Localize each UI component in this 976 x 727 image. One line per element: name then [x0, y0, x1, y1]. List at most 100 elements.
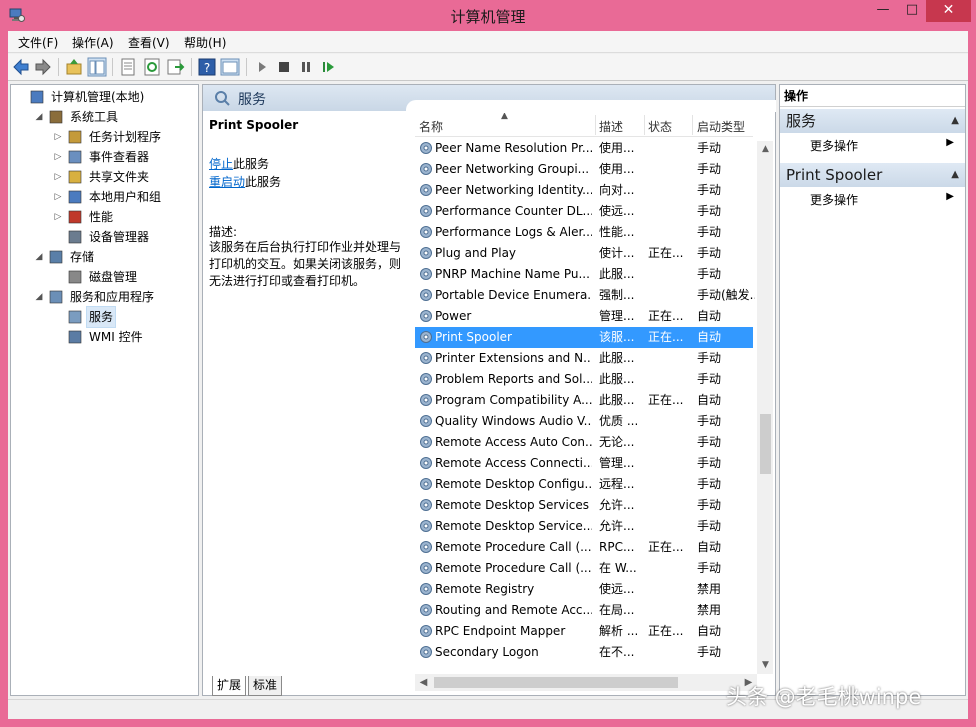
- column-desc-header[interactable]: 描述: [599, 118, 623, 135]
- local-users-icon: [68, 190, 82, 204]
- table-row[interactable]: Power 管理... 正在... 自动: [415, 306, 753, 327]
- table-row[interactable]: Quality Windows Audio V... 优质 ... 手动: [415, 411, 753, 432]
- stop-icon[interactable]: [274, 57, 294, 77]
- forward-icon[interactable]: [33, 57, 53, 77]
- service-desc-cell: 向对...: [599, 183, 635, 197]
- table-row[interactable]: RPC Endpoint Mapper 解析 ... 正在... 自动: [415, 621, 753, 642]
- app-window: 计算机管理 — □ ✕ 文件(F) 操作(A) 查看(V) 帮助(H) ? 计算…: [0, 0, 976, 727]
- tree-collapse-icon[interactable]: ◢: [34, 107, 44, 127]
- table-row[interactable]: Peer Networking Groupi... 使用... 手动: [415, 159, 753, 180]
- table-row[interactable]: Remote Access Connecti... 管理... 手动: [415, 453, 753, 474]
- restart-icon[interactable]: [318, 57, 338, 77]
- service-desc-cell: 使远...: [599, 582, 635, 596]
- properties-icon[interactable]: [118, 57, 138, 77]
- actions-section-print-spooler[interactable]: Print Spooler ▲: [780, 163, 965, 187]
- table-row[interactable]: Routing and Remote Acc... 在局... 禁用: [415, 600, 753, 621]
- tree-expand-icon[interactable]: ▷: [53, 187, 63, 207]
- vertical-scroll-thumb[interactable]: [760, 414, 771, 474]
- wmi-icon: [68, 330, 82, 344]
- service-starttype-cell: 手动: [697, 498, 722, 512]
- table-row[interactable]: Problem Reports and Sol... 此服... 手动: [415, 369, 753, 390]
- column-status-header[interactable]: 状态: [648, 118, 672, 135]
- menu-bar: 文件(F) 操作(A) 查看(V) 帮助(H): [8, 31, 968, 53]
- menu-file[interactable]: 文件(F): [18, 34, 58, 51]
- table-row[interactable]: Remote Procedure Call (... 在 W... 手动: [415, 558, 753, 579]
- table-row[interactable]: PNRP Machine Name Pu... 此服... 手动: [415, 264, 753, 285]
- table-row[interactable]: Remote Access Auto Con... 无论... 手动: [415, 432, 753, 453]
- service-desc-cell: 此服...: [599, 267, 635, 281]
- service-gear-icon: [420, 373, 432, 385]
- vertical-scrollbar[interactable]: ▲ ▼: [757, 141, 773, 674]
- table-row[interactable]: Remote Registry 使远... 禁用: [415, 579, 753, 600]
- title-bar[interactable]: 计算机管理 — □ ✕: [0, 0, 976, 31]
- more-actions-label: 更多操作: [810, 139, 859, 153]
- service-name-cell: Peer Name Resolution Pr...: [435, 141, 592, 155]
- tree-expand-icon[interactable]: ▷: [53, 207, 63, 227]
- table-row[interactable]: Plug and Play 使计... 正在... 手动: [415, 243, 753, 264]
- table-row[interactable]: Program Compatibility A... 此服... 正在... 自动: [415, 390, 753, 411]
- table-row[interactable]: Performance Logs & Aler... 性能... 手动: [415, 222, 753, 243]
- service-gear-icon: [420, 184, 432, 196]
- stop-service-link[interactable]: 停止: [209, 157, 233, 171]
- service-gear-icon: [420, 415, 432, 427]
- table-row[interactable]: Print Spooler 该服... 正在... 自动: [415, 327, 753, 348]
- table-row[interactable]: Secondary Logon 在不... 手动: [415, 642, 753, 663]
- refresh-icon[interactable]: [142, 57, 162, 77]
- column-starttype-header[interactable]: 启动类型: [697, 118, 745, 135]
- help-icon[interactable]: ?: [197, 57, 217, 77]
- table-row[interactable]: Portable Device Enumera... 强制... 手动(触发...: [415, 285, 755, 306]
- service-gear-icon: [420, 331, 432, 343]
- table-row[interactable]: Remote Procedure Call (... RPC... 正在... 自动: [415, 537, 753, 558]
- service-desc-cell: 允许...: [599, 498, 635, 512]
- table-row[interactable]: Remote Desktop Configu... 远程... 手动: [415, 474, 753, 495]
- show-hide-tree-icon[interactable]: [87, 57, 107, 77]
- table-row[interactable]: Peer Name Resolution Pr... 使用... 手动: [415, 138, 753, 159]
- table-row[interactable]: Printer Extensions and N... 此服... 手动: [415, 348, 753, 369]
- table-row[interactable]: Performance Counter DL... 使远... 手动: [415, 201, 753, 222]
- services-header: 服务: [203, 85, 776, 112]
- tree-expand-icon[interactable]: ▷: [53, 167, 63, 187]
- menu-help[interactable]: 帮助(H): [184, 34, 226, 51]
- scroll-down-icon[interactable]: ▼: [757, 657, 773, 674]
- tree-item-label: 事件查看器: [89, 150, 150, 164]
- svg-text:?: ?: [204, 61, 210, 75]
- service-gear-icon: [420, 247, 432, 259]
- service-name-cell: Plug and Play: [435, 246, 517, 260]
- table-row[interactable]: Remote Desktop Services 允许... 手动: [415, 495, 753, 516]
- play-icon[interactable]: [252, 57, 272, 77]
- menu-view[interactable]: 查看(V): [128, 34, 170, 51]
- tree-expand-icon[interactable]: ▷: [53, 147, 63, 167]
- service-gear-icon: [420, 478, 432, 490]
- collapse-icon[interactable]: ▲: [951, 163, 959, 187]
- collapse-icon[interactable]: ▲: [951, 109, 959, 133]
- stop-service-suffix: 此服务: [233, 157, 270, 171]
- back-icon[interactable]: [11, 57, 31, 77]
- export-icon[interactable]: [166, 57, 186, 77]
- service-starttype-cell: 禁用: [697, 582, 722, 596]
- more-actions-services[interactable]: 更多操作 ▶: [810, 137, 960, 154]
- up-icon[interactable]: [64, 57, 84, 77]
- tab-standard[interactable]: 标准: [248, 676, 283, 696]
- close-button[interactable]: ✕: [926, 0, 971, 22]
- maximize-button[interactable]: □: [898, 0, 926, 22]
- actions-section-services[interactable]: 服务 ▲: [780, 109, 965, 133]
- service-desc-cell: 此服...: [599, 393, 635, 407]
- table-row[interactable]: Remote Desktop Service... 允许... 手动: [415, 516, 753, 537]
- restart-service-link[interactable]: 重启动: [209, 175, 245, 189]
- more-actions-print-spooler[interactable]: 更多操作 ▶: [810, 191, 960, 208]
- console-icon[interactable]: [220, 57, 240, 77]
- service-gear-icon: [420, 163, 432, 175]
- scroll-up-icon[interactable]: ▲: [757, 141, 773, 158]
- services-apps-icon: [49, 290, 63, 304]
- tree-expand-icon[interactable]: ▷: [53, 127, 63, 147]
- column-name-header[interactable]: 名称: [419, 118, 443, 135]
- tree-collapse-icon[interactable]: ◢: [34, 247, 44, 267]
- menu-action[interactable]: 操作(A): [72, 34, 114, 51]
- table-row[interactable]: Peer Networking Identity... 向对... 手动: [415, 180, 753, 201]
- service-name-cell: Remote Desktop Service...: [435, 519, 592, 533]
- service-gear-icon: [420, 268, 432, 280]
- tree-collapse-icon[interactable]: ◢: [34, 287, 44, 307]
- pause-icon[interactable]: [296, 57, 316, 77]
- tab-extended[interactable]: 扩展: [212, 676, 247, 696]
- minimize-button[interactable]: —: [868, 0, 898, 22]
